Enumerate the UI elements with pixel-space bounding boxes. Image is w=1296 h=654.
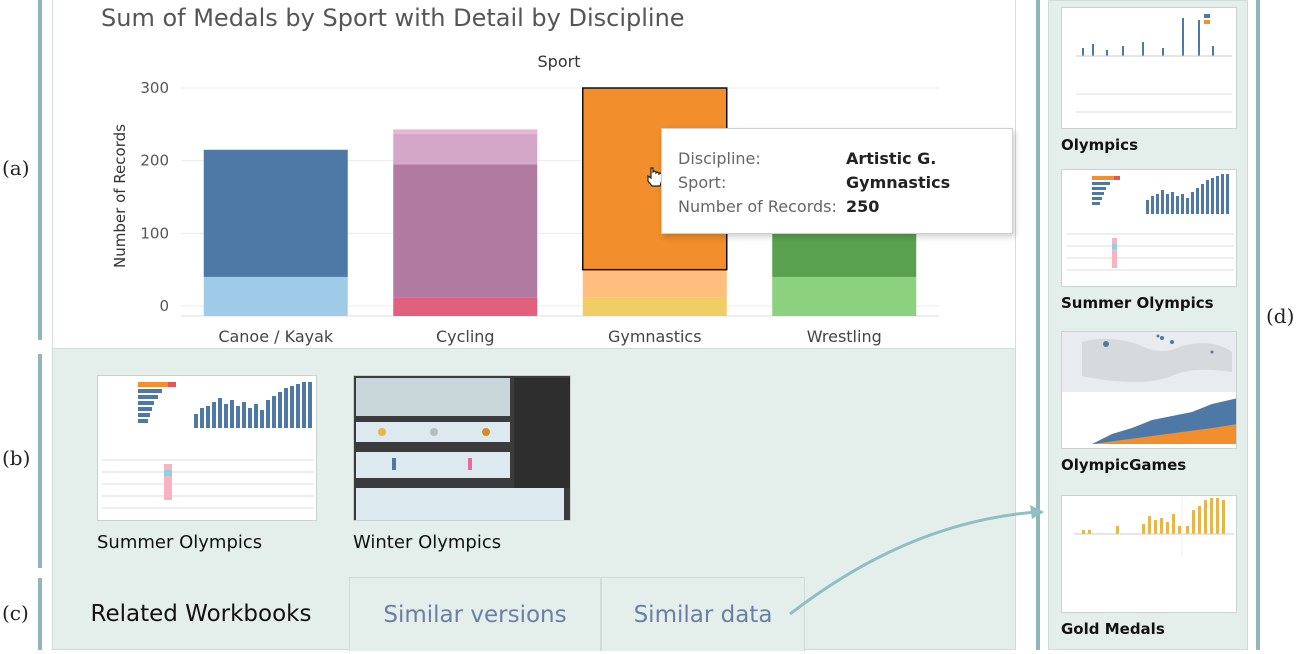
label-b: (b) (2, 446, 31, 470)
tab-similar-data[interactable]: Similar data (601, 577, 805, 651)
chart-tooltip: Discipline: Artistic G. Sport: Gymnastics … (661, 128, 1013, 234)
label-a: (a) (2, 156, 30, 180)
y-tick-label: 200 (140, 152, 169, 170)
x-tick-label: Wrestling (807, 327, 882, 346)
bar-segment[interactable] (203, 149, 348, 277)
recommendation-title[interactable]: Summer Olympics (1061, 294, 1214, 312)
bar-segment[interactable] (393, 297, 538, 316)
label-c: (c) (2, 601, 29, 625)
recommendations-panel: Olympics Summer Olympics OlympicGames Go… (1048, 0, 1248, 650)
tooltip-row-sport: Sport: Gymnastics (678, 173, 951, 192)
divider-d-left (1036, 0, 1040, 650)
chart-subtitle: Sport (538, 52, 581, 71)
recommendation-title[interactable]: Olympics (1061, 136, 1138, 154)
related-panel: Summer Olympics Winter Olympics Related … (52, 348, 1016, 651)
bar-segment[interactable] (203, 276, 348, 316)
y-tick-label: 300 (140, 79, 169, 97)
tooltip-row-records: Number of Records: 250 (678, 197, 880, 216)
tab-similar-versions[interactable]: Similar versions (349, 577, 601, 651)
tooltip-row-discipline: Discipline: Artistic G. (678, 149, 937, 168)
y-tick-label: 0 (159, 297, 169, 315)
workbook-title[interactable]: Winter Olympics (353, 532, 501, 553)
y-tick-label: 100 (140, 224, 169, 242)
divider-c (38, 578, 42, 650)
workbook-card-winter[interactable]: Winter Olympics (353, 375, 573, 555)
x-axis: Canoe / Kayak Cycling Gymnastics Wrestling (218, 327, 881, 346)
workbook-card-summer[interactable]: Summer Olympics (97, 375, 317, 555)
workbook-thumbnail[interactable] (97, 375, 317, 521)
y-axis-title: Number of Records (111, 124, 129, 268)
x-tick-label: Cycling (436, 327, 495, 346)
bar-segment[interactable] (582, 269, 727, 298)
bar-segment[interactable] (393, 133, 538, 165)
x-tick-label: Canoe / Kayak (218, 327, 334, 346)
recommendation-thumbnail[interactable] (1061, 7, 1237, 129)
y-axis: 0 100 200 300 (140, 79, 169, 315)
divider-a (38, 0, 42, 340)
workbook-thumbnail[interactable] (353, 375, 571, 521)
bar-segment[interactable] (393, 164, 538, 298)
divider-d-right (1256, 0, 1260, 650)
bar-segment[interactable] (582, 297, 727, 316)
recommendation-title[interactable]: Gold Medals (1061, 620, 1165, 638)
workbook-title[interactable]: Summer Olympics (97, 532, 262, 553)
bar-segment[interactable] (772, 276, 917, 316)
label-d: (d) (1266, 304, 1295, 328)
recommendation-thumbnail[interactable] (1061, 331, 1237, 449)
tab-related-workbooks[interactable]: Related Workbooks (53, 577, 349, 651)
divider-b (38, 354, 42, 568)
recommendation-title[interactable]: OlympicGames (1061, 456, 1186, 474)
recommendation-thumbnail[interactable] (1061, 495, 1237, 613)
x-tick-label: Gymnastics (608, 327, 702, 346)
bar-segment[interactable] (393, 129, 538, 134)
recommendation-thumbnail[interactable] (1061, 169, 1237, 287)
chart-panel: Sum of Medals by Sport with Detail by Di… (52, 0, 1016, 350)
